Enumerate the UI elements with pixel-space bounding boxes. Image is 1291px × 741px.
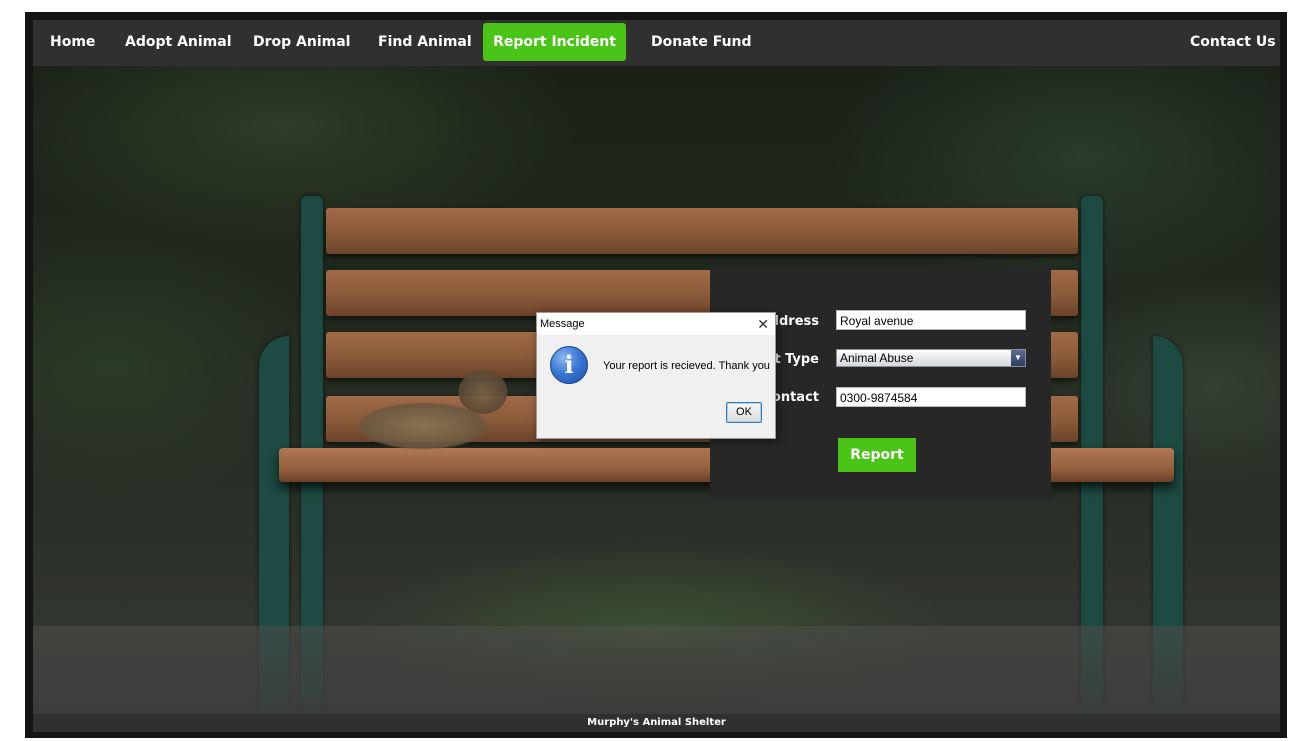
incident-type-value: Animal Abuse <box>840 351 914 365</box>
nav-find-animal[interactable]: Find Animal <box>378 23 472 61</box>
top-navbar: Home Adopt Animal Drop Animal Find Anima… <box>33 20 1280 66</box>
bench-slat <box>326 208 1078 254</box>
report-button[interactable]: Report <box>838 438 916 472</box>
footer: Murphy's Animal Shelter <box>33 714 1280 732</box>
nav-donate-fund[interactable]: Donate Fund <box>651 23 752 61</box>
nav-home[interactable]: Home <box>50 23 95 61</box>
info-icon: i <box>550 346 588 384</box>
nav-contact-us[interactable]: Contact Us <box>1190 23 1276 61</box>
dropdown-arrow-icon[interactable]: ▼ <box>1011 350 1025 366</box>
app-window: Home Adopt Animal Drop Animal Find Anima… <box>33 20 1280 732</box>
nav-adopt-animal[interactable]: Adopt Animal <box>125 23 232 61</box>
message-dialog: Message ✕ i Your report is recieved. Tha… <box>536 312 776 439</box>
address-input[interactable]: Royal avenue <box>836 310 1026 330</box>
dialog-message: Your report is recieved. Thank you <box>603 360 770 372</box>
nav-report-incident[interactable]: Report Incident <box>483 23 626 61</box>
cat-image <box>333 356 533 456</box>
incident-type-select[interactable]: Animal Abuse ▼ <box>836 349 1026 367</box>
ground <box>33 626 1280 714</box>
contact-input[interactable]: 0300-9874584 <box>836 387 1026 407</box>
dialog-title: Message <box>540 318 585 330</box>
dialog-titlebar[interactable]: Message ✕ <box>537 313 775 335</box>
ok-button[interactable]: OK <box>726 402 762 423</box>
close-icon[interactable]: ✕ <box>757 313 769 335</box>
nav-drop-animal[interactable]: Drop Animal <box>253 23 350 61</box>
